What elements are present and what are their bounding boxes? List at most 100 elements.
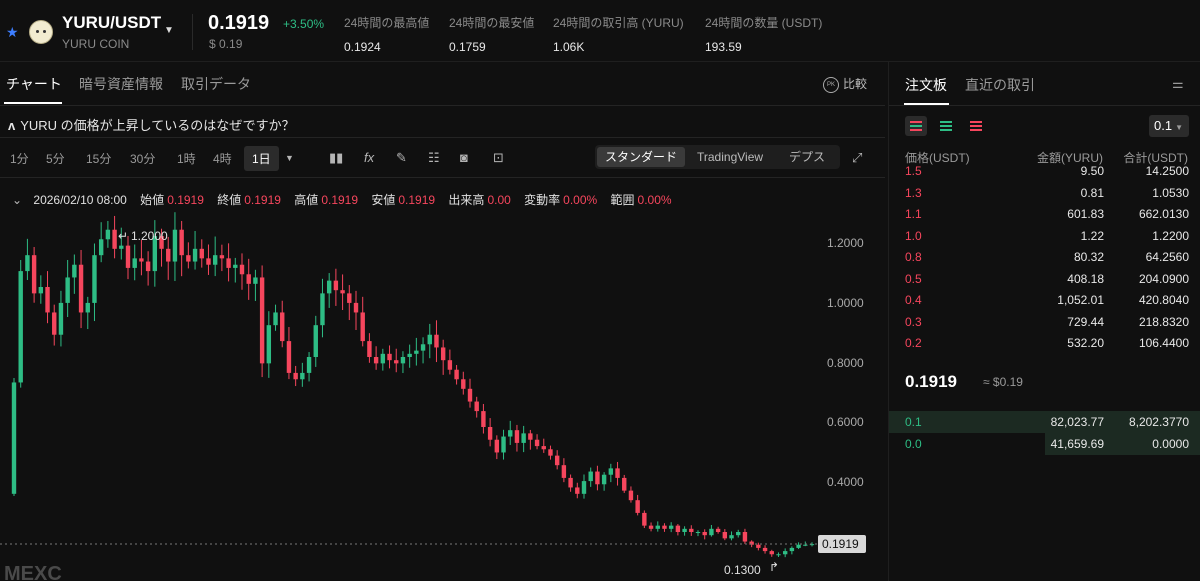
ask-price: 0.4 [905,293,922,307]
candle-body [454,369,459,380]
ask-row[interactable]: 1.0 1.22 1.2200 [889,225,1200,247]
candle-body [394,360,399,364]
ask-price: 0.5 [905,271,922,286]
orderbook-panel: 注文板 直近の取引 ⚌ 0.1 ▼ 価格(USDT) 金額(YURU) 合計(US… [888,62,1200,581]
candle-body [313,325,318,357]
ask-row[interactable]: 0.8 80.32 64.2560 [889,246,1200,268]
candle-body [467,388,473,402]
pair-name[interactable]: YURU/USDT [62,13,161,33]
view-bids-icon[interactable] [935,116,957,136]
candle-body [333,280,339,291]
ask-total: 14.2500 [1145,164,1189,178]
mid-price: 0.1919 [905,372,957,391]
candle-body [655,525,660,529]
ask-row[interactable]: 0.2 532.20 106.4400 [889,332,1200,354]
candle-body [25,255,30,272]
bid-row[interactable]: 0.0 41,659.69 0.0000 [889,432,1200,455]
candle-body [668,525,674,529]
y-tick-label: 0.8000 [827,356,864,370]
ask-total: 218.8320 [1138,314,1189,329]
candle-body [447,360,453,370]
ask-row[interactable]: 0.4 1,052.01 420.8040 [889,289,1200,311]
candle-body [702,532,707,536]
ask-amount: 1,052.01 [1057,293,1104,307]
candle-body [340,290,345,294]
candle-body [521,433,526,443]
y-tick-label: 1.2000 [827,236,864,250]
bid-row[interactable]: 0.1 82,023.77 8,202.3770 [889,411,1200,433]
favorite-star-icon[interactable]: ★ [6,24,19,41]
candle-body [803,544,808,546]
ask-row[interactable]: 0.3 729.44 218.8320 [889,311,1200,333]
candle-body [373,357,379,364]
candle-body [548,449,553,456]
candle-body [588,471,593,482]
candle-body [642,512,647,526]
candle-body [52,312,57,335]
candle-body [648,525,654,529]
watermark: MEXC [4,563,62,581]
stat-24h-low: 24時間の最安値 0.1759 [449,14,534,54]
candle-body [434,334,439,348]
price-change: +3.50% [283,17,325,31]
candle-body [528,433,533,440]
bid-amount: 82,023.77 [1050,415,1104,429]
candle-body [736,532,741,536]
candle-body [541,446,546,450]
candle-body [561,465,567,478]
candle-body [206,258,211,265]
candle-body [601,474,607,485]
ask-row[interactable]: 1.1 601.83 662.0130 [889,203,1200,225]
view-asks-icon[interactable] [965,116,987,136]
candle-body [554,455,560,466]
ask-amount: 408.18 [1067,271,1104,286]
ask-total: 204.0900 [1138,271,1189,286]
y-tick-label: 0.6000 [827,415,864,429]
candle-body [239,264,245,275]
candle-body [568,477,573,488]
candle-body [38,287,44,294]
settings-slider-icon[interactable]: ⚌ [1172,76,1184,92]
candle-body [628,490,634,501]
candle-body [306,357,312,373]
candle-body [85,302,90,313]
candle-body [494,439,500,453]
candle-body [662,525,667,529]
y-tick-label: 0.4000 [827,475,864,489]
bid-total: 0.0000 [1152,436,1189,451]
candle-body [112,229,117,249]
candle-body [212,255,218,265]
tab-recent-trades[interactable]: 直近の取引 [965,75,1035,95]
chevron-down-icon: ▼ [1175,123,1183,132]
candle-body [192,248,198,262]
candle-body [166,248,171,262]
candle-body [65,277,70,303]
candlestick-chart[interactable]: 0.1919 1.2000 1.0000 0.8000 0.6000 0.400… [0,62,885,581]
candle-body [474,401,479,412]
candle-body [280,312,285,342]
ask-row[interactable]: 1.5 9.50 14.2500 [889,160,1200,182]
candle-body [400,357,406,364]
ask-total: 1.0530 [1152,185,1189,200]
candle-body [487,427,493,440]
candle-body [219,255,225,259]
candle-body [635,500,640,513]
tab-orderbook[interactable]: 注文板 [905,75,947,95]
ask-row[interactable]: 0.5 408.18 204.0900 [889,268,1200,290]
ask-row[interactable]: 1.3 0.81 1.0530 [889,182,1200,204]
ask-price: 1.3 [905,185,922,200]
candle-body [514,430,520,443]
price-usd: $ 0.19 [209,37,243,51]
candle-body [45,287,50,313]
candle-body [353,302,359,313]
last-price: 0.1919 [208,12,270,34]
pair-dropdown-icon[interactable]: ▼ [164,25,174,36]
candles-group [11,212,815,558]
candle-body [125,245,131,268]
view-both-icon[interactable] [905,116,927,136]
candle-body [78,264,84,313]
candle-body [72,264,77,278]
candle-body [172,229,178,262]
precision-select[interactable]: 0.1 ▼ [1149,115,1189,137]
candle-body [387,353,392,361]
